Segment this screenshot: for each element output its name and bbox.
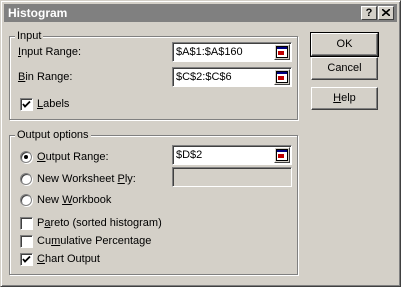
bin-range-collapse-button[interactable] xyxy=(274,69,290,85)
new-worksheet-ply-label[interactable]: New Worksheet Ply: xyxy=(37,172,136,186)
cumulative-percentage-checkbox[interactable] xyxy=(20,235,33,248)
new-workbook-radio[interactable] xyxy=(20,194,32,206)
labels-checkbox[interactable] xyxy=(20,98,33,111)
output-range-collapse-button[interactable] xyxy=(274,147,290,163)
new-worksheet-ply-radio[interactable] xyxy=(20,173,32,185)
input-range-collapse-button[interactable] xyxy=(274,44,290,60)
output-options-group: Output options Output Range: $D$2 New Wo… xyxy=(9,128,298,275)
checkmark-icon xyxy=(22,100,31,108)
radio-selected-dot xyxy=(24,155,28,159)
input-group-title: Input xyxy=(15,29,44,43)
cumulative-percentage-label[interactable]: Cumulative Percentage xyxy=(37,234,151,248)
cancel-button[interactable]: Cancel xyxy=(311,57,378,80)
range-selector-icon xyxy=(276,46,288,58)
ok-button[interactable]: OK xyxy=(310,32,379,57)
output-range-field[interactable]: $D$2 xyxy=(172,145,292,165)
help-context-button[interactable]: ? xyxy=(361,6,377,20)
output-options-title: Output options xyxy=(15,128,91,142)
new-worksheet-ply-field[interactable] xyxy=(172,167,292,187)
checkmark-icon xyxy=(22,255,31,263)
output-range-value: $D$2 xyxy=(176,149,203,161)
bin-range-value: $C$2:$C$6 xyxy=(176,71,232,83)
new-workbook-label[interactable]: New Workbook xyxy=(37,193,111,207)
histogram-dialog: Histogram ? Input Input Range: $A$1:$A$1… xyxy=(0,0,401,287)
help-button[interactable]: Help xyxy=(311,87,378,110)
chart-output-label[interactable]: Chart Output xyxy=(37,252,100,266)
input-group: Input Input Range: $A$1:$A$160 Bin Range… xyxy=(9,29,298,120)
input-range-value: $A$1:$A$160 xyxy=(176,46,243,58)
pareto-checkbox[interactable] xyxy=(20,217,33,230)
title-bar[interactable]: Histogram ? xyxy=(4,4,397,22)
range-selector-icon xyxy=(276,149,288,161)
window-title: Histogram xyxy=(8,6,68,20)
input-range-field[interactable]: $A$1:$A$160 xyxy=(172,42,292,62)
output-range-radio[interactable] xyxy=(20,151,32,163)
input-range-label: Input Range: xyxy=(18,46,81,58)
output-range-label[interactable]: Output Range: xyxy=(37,150,109,164)
bin-range-label: Bin Range: xyxy=(18,71,73,83)
bin-range-field[interactable]: $C$2:$C$6 xyxy=(172,67,292,87)
close-button[interactable] xyxy=(378,6,394,20)
labels-label[interactable]: Labels xyxy=(37,97,69,111)
chart-output-checkbox[interactable] xyxy=(20,253,33,266)
close-icon xyxy=(381,8,391,17)
pareto-label[interactable]: Pareto (sorted histogram) xyxy=(37,216,162,230)
range-selector-icon xyxy=(276,71,288,83)
